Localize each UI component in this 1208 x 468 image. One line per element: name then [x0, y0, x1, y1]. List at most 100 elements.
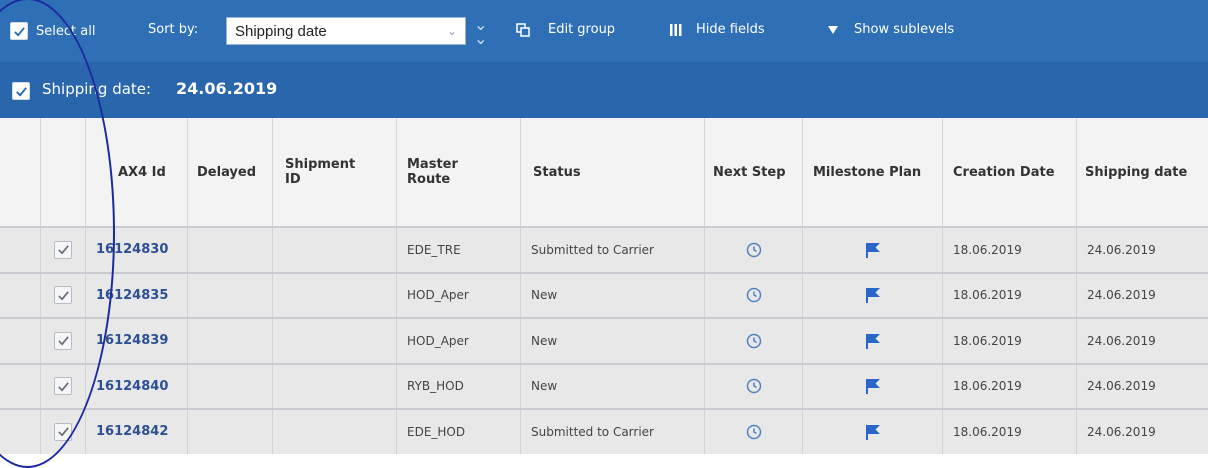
col-next-step[interactable]: Next Step — [704, 118, 802, 226]
col-status[interactable]: Status — [520, 118, 704, 226]
col-delayed[interactable]: Delayed — [187, 118, 272, 226]
milestone-plan-cell — [802, 364, 942, 408]
next-step-cell — [704, 319, 802, 363]
table-row[interactable]: 16124839 HOD_Aper New 18.06.2019 24.06.2019 — [0, 317, 1208, 363]
group-header: Shipping date: 24.06.2019 — [0, 62, 1208, 118]
master-route-cell: HOD_Aper — [396, 319, 520, 363]
ax4-id-link[interactable]: 16124839 — [96, 333, 168, 348]
row-gutter — [0, 319, 40, 363]
check-icon — [15, 86, 27, 97]
clock-icon[interactable] — [746, 242, 762, 258]
shipment-id-cell — [272, 410, 396, 454]
sort-by-label: Sort by: — [148, 22, 199, 37]
ax4-id-link[interactable]: 16124842 — [96, 424, 168, 439]
group-value: 24.06.2019 — [176, 79, 278, 98]
check-icon — [57, 427, 69, 437]
shipment-id-cell — [272, 364, 396, 408]
check-icon — [57, 245, 69, 255]
creation-date-cell: 18.06.2019 — [942, 228, 1076, 272]
select-all-checkbox[interactable] — [10, 22, 28, 40]
flag-icon[interactable] — [864, 286, 882, 304]
delayed-cell — [187, 364, 272, 408]
row-checkbox[interactable] — [54, 422, 72, 441]
row-gutter — [0, 410, 40, 454]
next-step-cell — [704, 410, 802, 454]
delayed-cell — [187, 228, 272, 272]
shipping-date-cell: 24.06.2019 — [1076, 319, 1208, 363]
row-checkbox-cell — [40, 228, 85, 272]
row-checkbox[interactable] — [54, 331, 72, 350]
milestone-plan-cell — [802, 410, 942, 454]
group-checkbox[interactable] — [12, 82, 30, 100]
master-route-cell: EDE_HOD — [396, 410, 520, 454]
flag-icon[interactable] — [864, 377, 882, 395]
master-route-cell: RYB_HOD — [396, 364, 520, 408]
table-row[interactable]: 16124842 EDE_HOD Submitted to Carrier 18.06… — [0, 408, 1208, 454]
row-checkbox-cell — [40, 364, 85, 408]
table-row[interactable]: 16124835 HOD_Aper New 18.06.2019 24.06.2019 — [0, 271, 1208, 317]
group-label: Shipping date: — [42, 80, 152, 98]
copy-icon — [516, 22, 530, 37]
flag-icon[interactable] — [864, 423, 882, 441]
ax4-id-cell: 16124839 — [85, 319, 187, 363]
clock-icon[interactable] — [746, 378, 762, 394]
shipping-date-cell: 24.06.2019 — [1076, 273, 1208, 317]
delayed-cell — [187, 410, 272, 454]
show-sublevels-button[interactable]: Show sublevels — [828, 22, 954, 37]
delayed-cell — [187, 319, 272, 363]
col-ax4-id[interactable]: AX4 Id — [85, 118, 187, 226]
status-cell: New — [520, 319, 704, 363]
ax4-id-link[interactable]: 16124830 — [96, 242, 168, 257]
flag-icon[interactable] — [864, 241, 882, 259]
select-all-label: Select all — [36, 23, 96, 39]
clock-icon[interactable] — [746, 333, 762, 349]
col-master-route[interactable]: Master Route — [396, 118, 520, 226]
hide-fields-button[interactable]: Hide fields — [670, 22, 765, 37]
next-step-cell — [704, 273, 802, 317]
edit-group-button[interactable]: Edit group — [516, 22, 615, 37]
ax4-id-cell: 16124842 — [85, 410, 187, 454]
shipment-id-cell — [272, 228, 396, 272]
edit-group-label: Edit group — [548, 22, 616, 37]
milestone-plan-cell — [802, 273, 942, 317]
shipping-date-cell: 24.06.2019 — [1076, 228, 1208, 272]
col-checkbox — [40, 118, 85, 226]
ax4-id-cell: 16124830 — [85, 228, 187, 272]
row-gutter — [0, 228, 40, 272]
status-cell: New — [520, 364, 704, 408]
col-shipping-date[interactable]: Shipping date — [1076, 118, 1208, 226]
row-checkbox[interactable] — [54, 286, 72, 305]
creation-date-cell: 18.06.2019 — [942, 364, 1076, 408]
row-checkbox[interactable] — [54, 240, 72, 259]
ax4-id-link[interactable]: 16124835 — [96, 288, 168, 303]
col-select — [0, 118, 40, 226]
ax4-id-link[interactable]: 16124840 — [96, 379, 168, 394]
row-checkbox[interactable] — [54, 377, 72, 396]
table-row[interactable]: 16124830 EDE_TRE Submitted to Carrier 18.06… — [0, 226, 1208, 272]
creation-date-cell: 18.06.2019 — [942, 273, 1076, 317]
clock-icon[interactable] — [746, 424, 762, 440]
row-checkbox-cell — [40, 410, 85, 454]
chevron-down-icon: ⌄ — [446, 24, 457, 38]
col-shipment-id[interactable]: Shipment ID — [272, 118, 396, 226]
columns-icon — [670, 23, 682, 36]
creation-date-cell: 18.06.2019 — [942, 410, 1076, 454]
check-icon — [57, 382, 69, 392]
sort-select[interactable]: Shipping date ⌄ — [226, 17, 466, 45]
check-icon — [57, 336, 69, 346]
table-row[interactable]: 16124840 RYB_HOD New 18.06.2019 24.06.2019 — [0, 362, 1208, 408]
status-cell: Submitted to Carrier — [520, 228, 704, 272]
clock-icon[interactable] — [746, 287, 762, 303]
select-all-control[interactable]: Select all — [10, 22, 95, 40]
creation-date-cell: 18.06.2019 — [942, 319, 1076, 363]
col-creation-date[interactable]: Creation Date — [942, 118, 1076, 226]
flag-icon[interactable] — [864, 332, 882, 350]
row-checkbox-cell — [40, 319, 85, 363]
row-checkbox-cell — [40, 273, 85, 317]
col-milestone-plan[interactable]: Milestone Plan — [802, 118, 942, 226]
status-cell: New — [520, 273, 704, 317]
sort-select-value: Shipping date — [235, 22, 327, 40]
double-chevron-down-icon[interactable]: ⌄ ⌄ — [474, 17, 487, 47]
table-header-row: AX4 Id Delayed Shipment ID Master Route … — [0, 118, 1208, 226]
delayed-cell — [187, 273, 272, 317]
